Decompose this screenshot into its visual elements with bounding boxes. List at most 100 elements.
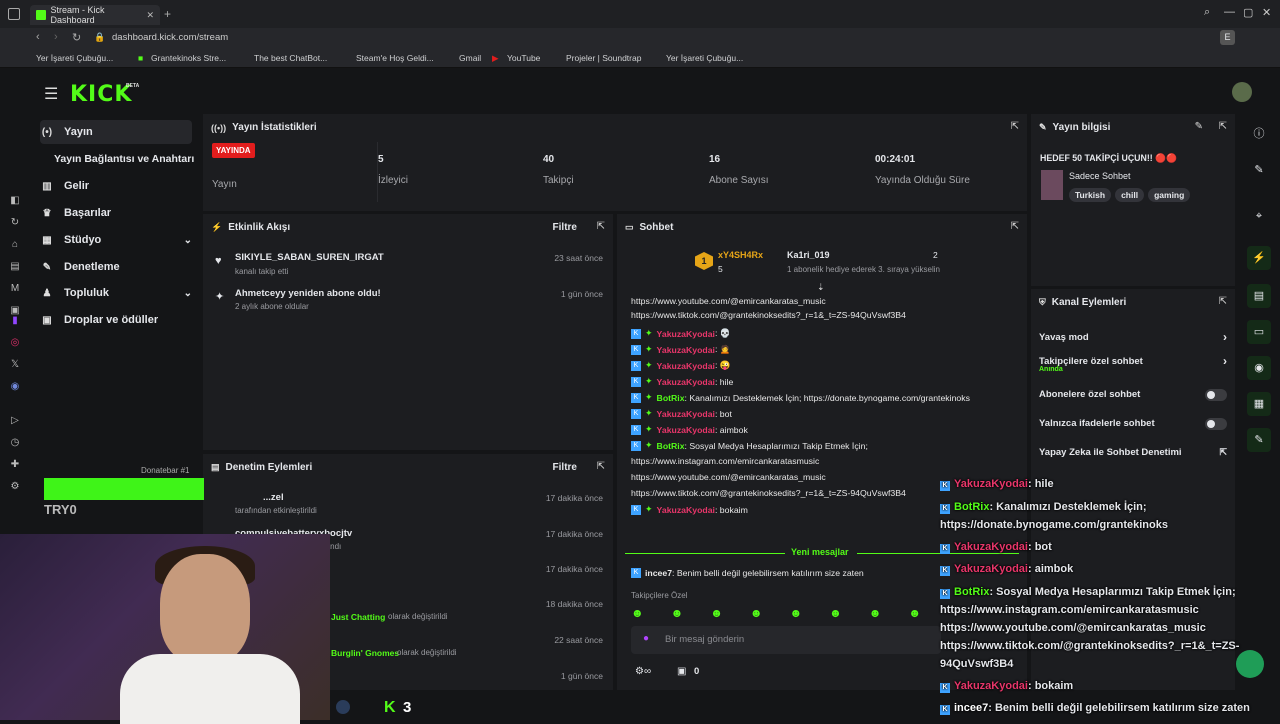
chat-username[interactable]: YakuzaKyodai	[657, 377, 715, 387]
popout-icon[interactable]: ⇱	[597, 461, 605, 472]
donatebar-progress	[44, 478, 204, 500]
edit-icon[interactable]: ✎	[1252, 163, 1266, 177]
ai-moderation-row[interactable]: Yapay Zeka ile Sohbet Denetimi ⇱	[1039, 447, 1227, 458]
settings-icon[interactable]: ⚙	[9, 481, 21, 493]
broadcast-icon[interactable]: ◉	[1247, 356, 1271, 380]
bookmark-item[interactable]: Steam'e Hoş Geldi...	[356, 53, 434, 63]
emotes-only-row[interactable]: Yalnızca ifadelerle sohbet	[1039, 417, 1227, 430]
image-icon[interactable]: ▤	[9, 261, 21, 273]
profile-avatar[interactable]: E	[1220, 30, 1235, 45]
new-tab-icon[interactable]: +	[164, 7, 171, 21]
bolt-icon[interactable]: ⚡	[1247, 246, 1271, 270]
close-window-icon[interactable]: ✕	[1262, 6, 1271, 19]
chat-icon[interactable]: ▭	[1247, 320, 1271, 344]
event-time: 23 saat önce	[554, 253, 603, 263]
sidebar-item-gelir[interactable]: ▥ Gelir	[40, 174, 192, 198]
back-icon[interactable]: ‹	[36, 31, 40, 43]
popout-icon[interactable]: ⇱	[597, 221, 605, 232]
bag-icon[interactable]: ⌂	[9, 239, 21, 251]
maximize-icon[interactable]: ▢	[1243, 6, 1253, 19]
forward-icon[interactable]: ›	[54, 31, 58, 43]
tag: Turkish	[1069, 188, 1112, 202]
edit-icon[interactable]: ✎	[1195, 121, 1203, 132]
bookmark-item[interactable]: Gmail	[459, 53, 481, 63]
m-icon[interactable]: M	[9, 283, 21, 295]
slow-mode-row[interactable]: Yavaş mod ›	[1039, 330, 1227, 344]
reload-icon[interactable]: ↻	[72, 31, 81, 44]
bookmark-item[interactable]: Yer İşareti Çubuğu...	[666, 53, 743, 63]
chevron-down-icon[interactable]: ⇣	[817, 282, 825, 293]
popout-icon[interactable]: ⇱	[1219, 121, 1227, 132]
sidebar-item-yayin[interactable]: (•) Yayın	[40, 120, 192, 144]
close-icon[interactable]: ✕	[146, 10, 154, 21]
filter-button[interactable]: Filtre	[553, 222, 577, 233]
chat-username[interactable]: YakuzaKyodai	[657, 425, 715, 435]
event-title[interactable]: Ahmetceyy yeniden abone oldu!	[235, 288, 381, 299]
link-icon[interactable]: ◧	[9, 195, 21, 207]
second-gifter-name[interactable]: Ka1ri_019	[787, 250, 830, 260]
category-name: Sadece Sohbet	[1069, 171, 1131, 181]
layout-icon[interactable]: ▦	[1247, 392, 1271, 416]
subs-only-toggle[interactable]	[1205, 388, 1227, 401]
bookmark-item[interactable]: YouTube	[507, 53, 540, 63]
chat-username[interactable]: BotRix	[657, 393, 685, 403]
url-input[interactable]: dashboard.kick.com/stream	[112, 32, 228, 43]
sidebar-item-droplar[interactable]: ▣ Droplar ve ödüller	[40, 308, 192, 332]
bookmark-item[interactable]: Grantekinoks Stre...	[151, 53, 226, 63]
followers-only-row[interactable]: Takipçilere özel sohbet ›	[1039, 354, 1227, 368]
browser-tab[interactable]: Stream - Kick Dashboard ✕	[30, 5, 160, 25]
user-avatar[interactable]	[1232, 82, 1252, 102]
second-gifter-count: 2	[933, 250, 938, 260]
chat-input[interactable]: ● Bir mesaj gönderin	[631, 626, 941, 654]
infinity-icon[interactable]: ⚙∞	[635, 666, 651, 677]
clock-icon[interactable]: ◷	[9, 437, 21, 449]
kick-logo[interactable]: KICK	[70, 82, 132, 107]
twitch-icon[interactable]: ▮	[9, 315, 21, 327]
target-icon[interactable]: ⌖	[1252, 210, 1266, 224]
chat-username[interactable]: BotRix	[657, 441, 685, 451]
menu-icon[interactable]: ☰	[44, 84, 58, 104]
popout-icon[interactable]: ⇱	[1011, 121, 1019, 132]
wrench-icon[interactable]: ✎	[1247, 428, 1271, 452]
discord-icon[interactable]: ◉	[9, 381, 21, 393]
emote-bar[interactable]: ☻☻☻☻☻☻☻☻	[631, 606, 948, 620]
info-icon[interactable]: ⓘ	[1252, 125, 1266, 140]
chat-username[interactable]: incee7	[645, 568, 672, 578]
sidebar-item-studyo[interactable]: ▦ Stüdyo ⌄	[40, 228, 192, 252]
chat-username[interactable]: YakuzaKyodai	[657, 361, 715, 371]
subs-only-row[interactable]: Abonelere özel sohbet	[1039, 388, 1227, 401]
bookmark-item[interactable]: Projeler | Soundtrap	[566, 53, 641, 63]
chat-username[interactable]: YakuzaKyodai	[657, 329, 715, 339]
sidebar-item-topluluk[interactable]: ♟ Topluluk ⌄	[40, 281, 192, 305]
donatebar-label: Donatebar #1	[141, 466, 190, 475]
tab-actions-icon[interactable]	[8, 8, 20, 20]
filter-button[interactable]: Filtre	[553, 462, 577, 473]
play-icon[interactable]: ▷	[9, 415, 21, 427]
bookmark-item[interactable]: The best ChatBot...	[254, 53, 327, 63]
chat-line: K ✦ YakuzaKyodai: bokaim	[631, 504, 748, 515]
sidebar-item-stream-key[interactable]: Yayın Bağlantısı ve Anahtarı	[54, 147, 204, 171]
x-icon[interactable]: 𝕏	[9, 359, 21, 371]
chat-username[interactable]: YakuzaKyodai	[657, 345, 715, 355]
puzzle-icon[interactable]: ✚	[9, 459, 21, 471]
search-icon[interactable]: ⌕	[1204, 6, 1210, 19]
popout-icon[interactable]: ⇱	[1219, 296, 1227, 307]
clipboard-icon[interactable]: ▤	[1247, 284, 1271, 308]
broadcast-icon: (•)	[41, 126, 53, 138]
minimize-icon[interactable]: —	[1224, 6, 1235, 18]
overlay-message: https://donate.bynogame.com/grantekinoks	[940, 519, 1168, 531]
top-gifter-name[interactable]: xY4SH4Rx	[718, 250, 763, 260]
support-button[interactable]	[1236, 650, 1264, 678]
instagram-icon[interactable]: ◎	[9, 337, 21, 349]
gift-icon[interactable]: ▣	[677, 666, 686, 677]
emotes-only-toggle[interactable]	[1205, 417, 1227, 430]
chat-message: : hile	[714, 376, 734, 387]
event-title[interactable]: SIKIYLE_SABAN_SUREN_IRGAT	[235, 252, 384, 263]
refresh-icon[interactable]: ↻	[9, 217, 21, 229]
sidebar-item-denetleme[interactable]: ✎ Denetleme	[40, 255, 192, 279]
bookmark-item[interactable]: Yer İşareti Çubuğu...	[36, 53, 113, 63]
chat-username[interactable]: YakuzaKyodai	[657, 409, 715, 419]
chat-username[interactable]: YakuzaKyodai	[657, 505, 715, 515]
popout-icon[interactable]: ⇱	[1011, 221, 1019, 232]
sidebar-item-basarilar[interactable]: ♛ Başarılar	[40, 201, 192, 225]
